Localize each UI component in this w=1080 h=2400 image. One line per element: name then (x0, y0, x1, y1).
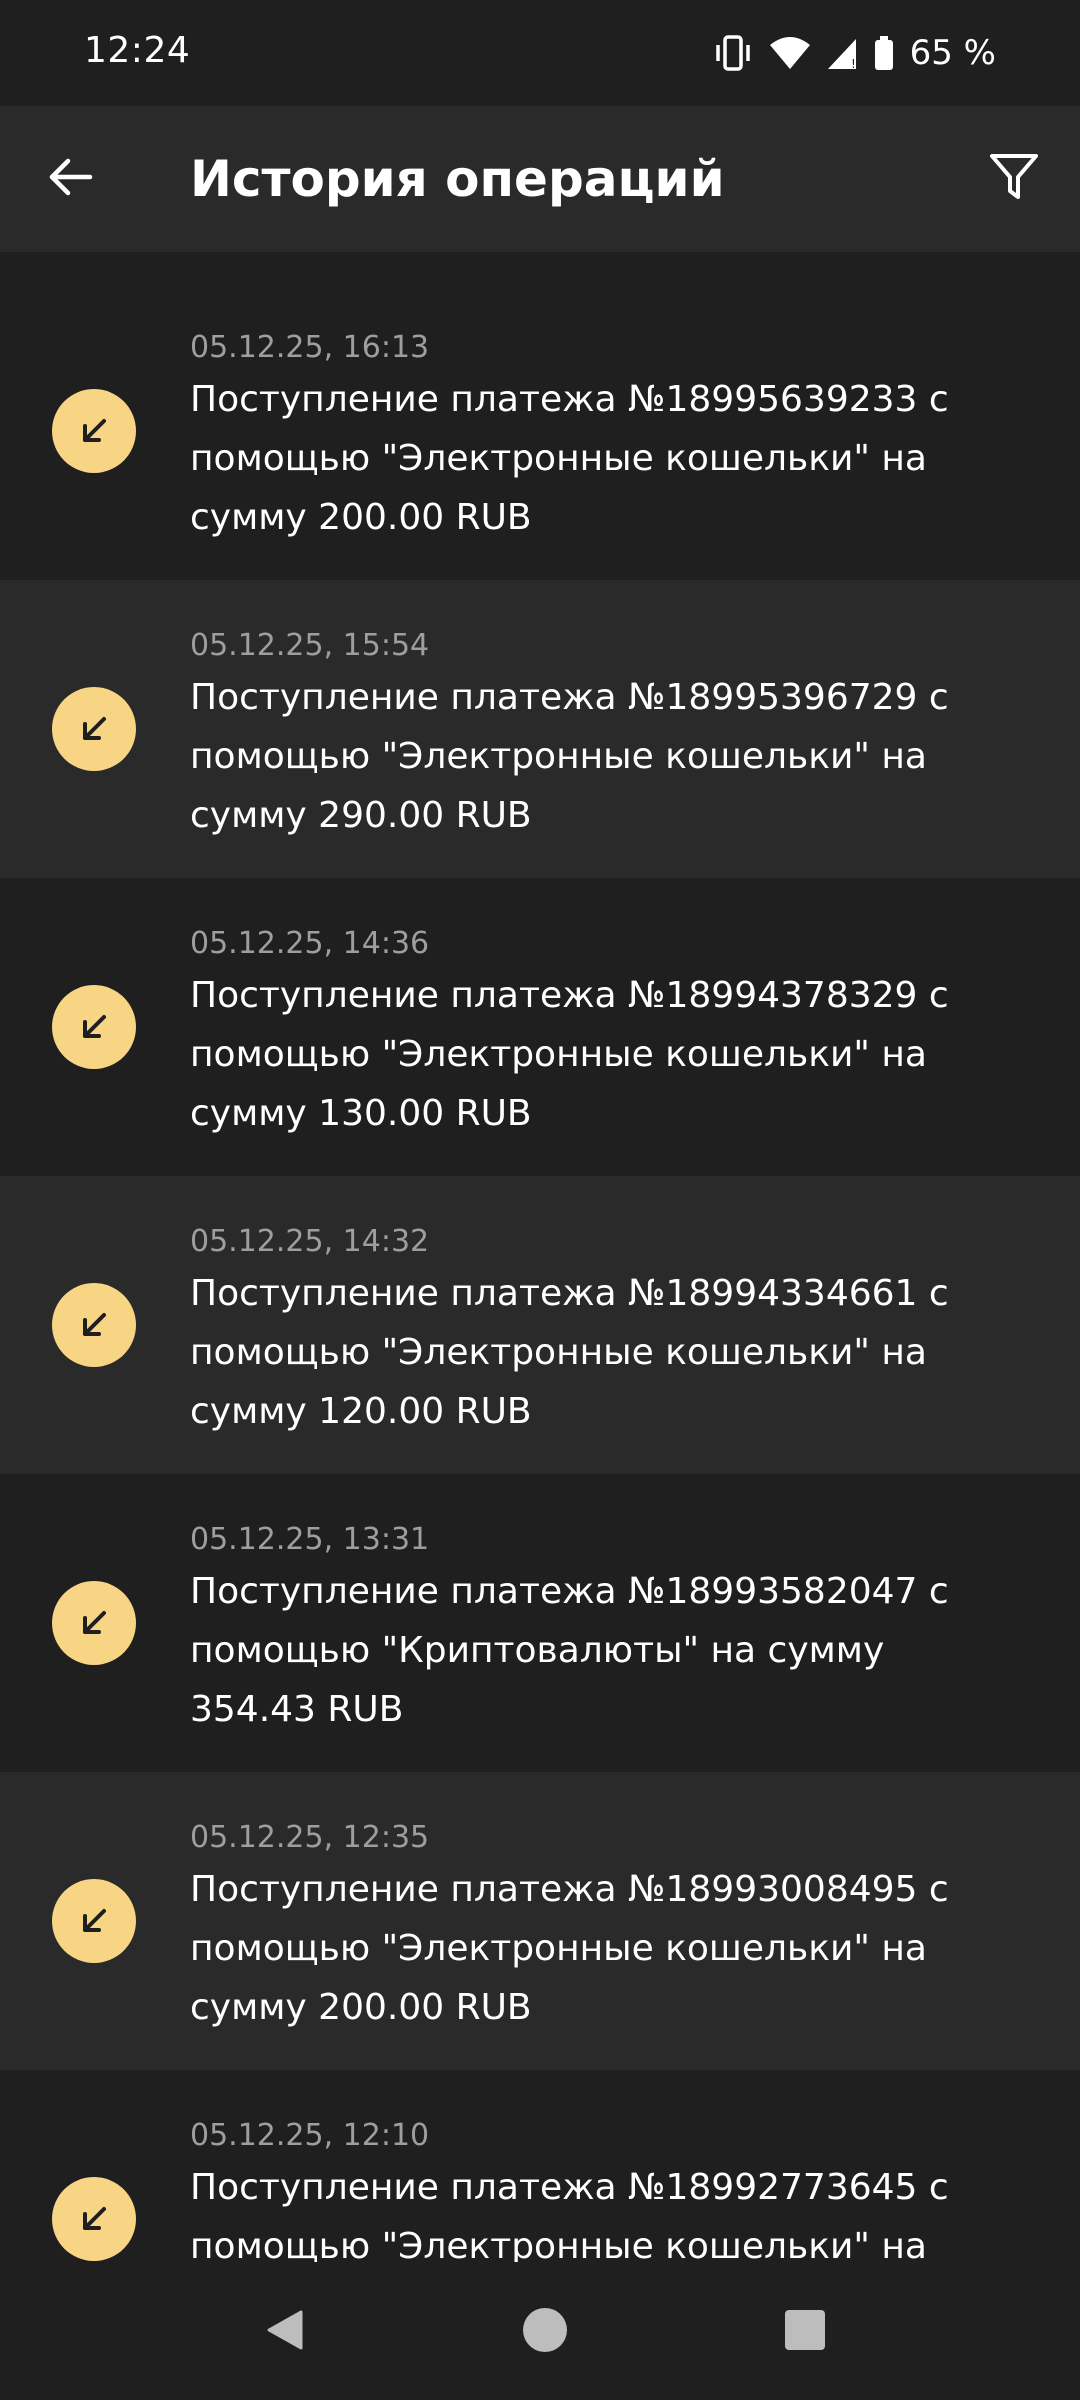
nav-recents-button[interactable] (765, 2292, 845, 2372)
system-nav-bar (0, 2262, 1080, 2400)
incoming-arrow-icon (52, 1879, 136, 1963)
back-button[interactable] (30, 139, 110, 219)
operation-row[interactable]: 05.12.25, 14:32 Поступление платежа №189… (0, 1176, 1080, 1474)
operation-date: 05.12.25, 12:10 (190, 2118, 430, 2153)
battery-level: 65 % (909, 33, 996, 73)
operation-row[interactable]: 05.12.25, 12:35 Поступление платежа №189… (0, 1772, 1080, 2070)
nav-back-button[interactable] (245, 2292, 325, 2372)
operation-description: Поступление платежа №18993008495 с помощ… (190, 1869, 949, 2028)
svg-text:!: ! (851, 57, 856, 71)
operation-row[interactable]: 05.12.25, 15:54 Поступление платежа №189… (0, 580, 1080, 878)
recents-square-icon (784, 2309, 826, 2355)
incoming-arrow-icon (52, 687, 136, 771)
operation-date: 05.12.25, 16:13 (190, 330, 430, 365)
page-title: История операций (190, 150, 725, 208)
operation-row[interactable]: 05.12.25, 13:31 Поступление платежа №189… (0, 1474, 1080, 1772)
operation-date: 05.12.25, 14:36 (190, 926, 430, 961)
operation-date: 05.12.25, 14:32 (190, 1224, 430, 1259)
operation-description: Поступление платежа №18992773645 с помощ… (190, 2167, 949, 2267)
operation-date: 05.12.25, 15:54 (190, 628, 430, 663)
app-bar: История операций (0, 106, 1080, 252)
operation-row[interactable]: 05.12.25, 16:13 Поступление платежа №189… (0, 282, 1080, 580)
status-time: 12:24 (84, 30, 191, 71)
status-icons: ! 65 % (712, 28, 996, 78)
operation-row[interactable]: 05.12.25, 14:36 Поступление платежа №189… (0, 878, 1080, 1176)
incoming-arrow-icon (52, 2177, 136, 2261)
incoming-arrow-icon (52, 1283, 136, 1367)
incoming-arrow-icon (52, 389, 136, 473)
filter-button[interactable] (974, 139, 1054, 219)
operation-date: 05.12.25, 12:35 (190, 1820, 430, 1855)
operation-date: 05.12.25, 13:31 (190, 1522, 430, 1557)
vibrate-icon (712, 33, 754, 73)
operation-description: Поступление платежа №18995639233 с помощ… (190, 379, 949, 538)
home-circle-icon (522, 2307, 568, 2357)
signal-icon: ! (826, 35, 860, 71)
status-bar: 12:24 ! 65 % (0, 0, 1080, 106)
operation-description: Поступление платежа №18994334661 с помощ… (190, 1273, 949, 1432)
arrow-left-icon (46, 153, 94, 205)
incoming-arrow-icon (52, 985, 136, 1069)
battery-icon (874, 35, 894, 71)
operation-description: Поступление платежа №18994378329 с помощ… (190, 975, 949, 1134)
operation-description: Поступление платежа №18993582047 с помощ… (190, 1571, 949, 1730)
wifi-icon (768, 35, 812, 71)
operation-description: Поступление платежа №18995396729 с помощ… (190, 677, 949, 836)
filter-icon (988, 151, 1040, 207)
incoming-arrow-icon (52, 1581, 136, 1665)
operations-list: 05.12.25, 16:13 Поступление платежа №189… (0, 282, 1080, 2368)
back-triangle-icon (263, 2308, 307, 2356)
nav-home-button[interactable] (505, 2292, 585, 2372)
